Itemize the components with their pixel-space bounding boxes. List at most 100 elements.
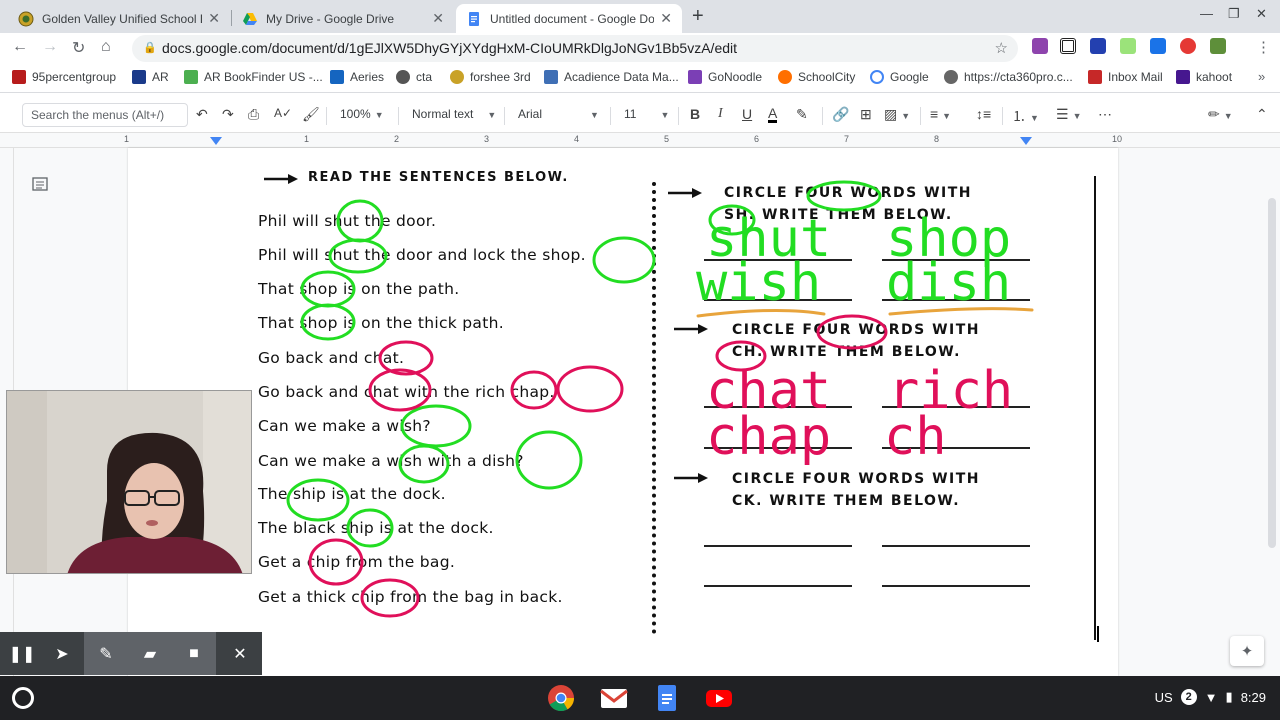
link-icon[interactable]: 🔗: [832, 106, 849, 123]
bookmark-item[interactable]: AR: [132, 70, 169, 84]
home-icon[interactable]: ⌂: [101, 38, 111, 56]
pause-button[interactable]: ❚❚: [0, 632, 44, 675]
presenter-video: [7, 391, 251, 573]
menu-search-input[interactable]: Search the menus (Alt+/): [22, 103, 188, 127]
left-indent-marker-icon[interactable]: [210, 137, 222, 147]
more-menu-icon[interactable]: ⋮: [1256, 38, 1271, 56]
ruler-number: 1: [124, 134, 130, 144]
line-spacing-icon[interactable]: ↕≡: [976, 106, 991, 122]
font-size-select[interactable]: 11 ▼: [624, 107, 669, 121]
add-comment-icon[interactable]: ⊞: [860, 106, 872, 123]
toolbar-divider: [610, 107, 611, 125]
input-locale: US: [1154, 689, 1173, 705]
tab-title: Untitled document - Google Doc: [490, 11, 655, 26]
pointer-tool-button[interactable]: ➤: [40, 632, 84, 675]
close-recording-button[interactable]: ✕: [218, 632, 262, 675]
notification-badge: 2: [1180, 689, 1197, 705]
bookmark-item[interactable]: SchoolCity: [778, 70, 855, 84]
extension-c-icon[interactable]: [1090, 38, 1106, 54]
close-icon[interactable]: ✕: [660, 10, 672, 27]
pen-tool-button[interactable]: ✎: [84, 632, 128, 675]
bookmark-item[interactable]: kahoot: [1176, 70, 1232, 84]
bookmark-item[interactable]: AR BookFinder US -...: [184, 70, 323, 84]
google-docs-icon[interactable]: [653, 684, 681, 712]
editing-mode-icon[interactable]: ✏ ▼: [1208, 106, 1233, 123]
tab-untitled-document[interactable]: Untitled document - Google Doc ✕: [456, 4, 682, 33]
record-extension-icon[interactable]: [1180, 38, 1196, 54]
tab-golden-valley[interactable]: Golden Valley Unified School Dis ✕: [8, 4, 230, 33]
font-select[interactable]: Arial ▼: [518, 107, 599, 121]
close-icon[interactable]: ✕: [208, 10, 220, 27]
status-tray[interactable]: US 2 ▼ ▮ 8:29: [1155, 689, 1266, 705]
navigation-bar: ← → ↻ ⌂ 🔒 docs.google.com/document/d/1gE…: [0, 33, 1280, 63]
more-tools-icon[interactable]: ⋯: [1098, 106, 1112, 123]
bookmark-star-icon[interactable]: ☆: [995, 35, 1008, 62]
extension-icon[interactable]: [1210, 38, 1226, 54]
bookmark-item[interactable]: cta: [396, 70, 432, 84]
close-window-icon[interactable]: ✕: [1256, 6, 1267, 22]
back-arrow-icon[interactable]: ←: [12, 38, 28, 56]
text-cursor: [1097, 626, 1099, 642]
insert-image-icon[interactable]: ▨ ▼: [884, 106, 910, 123]
close-icon[interactable]: ✕: [432, 10, 444, 27]
bulleted-list-icon[interactable]: ☰ ▼: [1056, 106, 1081, 123]
forward-arrow-icon[interactable]: →: [42, 38, 58, 56]
screencast-extension-icon[interactable]: [1150, 38, 1166, 54]
highlight-icon[interactable]: ✎: [796, 106, 808, 123]
spellcheck-icon[interactable]: A✓: [274, 106, 292, 120]
document-outline-icon[interactable]: [32, 176, 48, 192]
bookmark-item[interactable]: 95percentgroup: [12, 70, 116, 84]
explore-button[interactable]: ✦: [1230, 636, 1264, 666]
toolbar-divider: [504, 107, 505, 125]
bookmark-item[interactable]: Acadience Data Ma...: [544, 70, 679, 84]
tab-strip: Golden Valley Unified School Dis ✕ My Dr…: [0, 0, 1280, 33]
style-select[interactable]: Normal text ▼: [412, 107, 496, 121]
answer-ch: ch: [884, 407, 947, 467]
restore-icon[interactable]: ❐: [1228, 6, 1240, 22]
camera-toggle-button[interactable]: ■: [172, 632, 216, 675]
tab-my-drive[interactable]: My Drive - Google Drive ✕: [232, 4, 454, 33]
undo-icon[interactable]: ↶: [196, 106, 208, 123]
right-indent-marker-icon[interactable]: [1020, 137, 1032, 147]
chrome-icon[interactable]: [547, 684, 575, 712]
battery-icon: ▮: [1225, 689, 1233, 704]
reload-icon[interactable]: ↻: [72, 38, 85, 58]
print-icon[interactable]: ⎙: [248, 106, 259, 123]
url-text: docs.google.com/document/d/1gEJlXW5DhyGY…: [162, 40, 738, 56]
youtube-icon[interactable]: [705, 684, 733, 712]
bookmark-item[interactable]: Inbox Mail: [1088, 70, 1163, 84]
collapse-menus-icon[interactable]: ⌃: [1256, 106, 1268, 123]
bookmark-item[interactable]: https://cta360pro.c...: [944, 70, 1073, 84]
ruler-number: 4: [574, 134, 580, 144]
bookmark-item[interactable]: Google: [870, 70, 929, 84]
extension-icon[interactable]: [1120, 38, 1136, 54]
zoom-select[interactable]: 100% ▼: [340, 107, 384, 121]
bookmark-item[interactable]: Aeries: [330, 70, 384, 84]
ruler-number: 2: [394, 134, 400, 144]
eraser-tool-button[interactable]: ▰: [128, 632, 172, 675]
numbered-list-icon[interactable]: ⒈ ▼: [1012, 106, 1039, 126]
launcher-icon[interactable]: [12, 687, 34, 709]
tab-title: Golden Valley Unified School Dis: [42, 11, 203, 26]
underline-button[interactable]: U: [742, 106, 752, 122]
qr-code-icon[interactable]: [1060, 38, 1076, 54]
bookmark-item[interactable]: GoNoodle: [688, 70, 762, 84]
ink-annotations: shut shop wish dish chat rich chap ch: [286, 180, 1034, 618]
webcam-preview[interactable]: [6, 390, 252, 574]
paint-format-icon[interactable]: 🖌: [302, 106, 320, 123]
bold-button[interactable]: B: [690, 106, 700, 122]
address-bar[interactable]: 🔒 docs.google.com/document/d/1gEJlXW5Dhy…: [132, 35, 1018, 62]
italic-button[interactable]: I: [718, 106, 723, 122]
text-color-button[interactable]: A: [768, 106, 778, 123]
ruler-number: 6: [754, 134, 760, 144]
vertical-scrollbar[interactable]: [1268, 198, 1276, 548]
extension-icon[interactable]: [1032, 38, 1048, 54]
new-tab-icon[interactable]: +: [692, 5, 704, 28]
gmail-icon[interactable]: [600, 684, 628, 712]
minimize-icon[interactable]: —: [1200, 6, 1213, 21]
bookmarks-overflow-icon[interactable]: »: [1258, 69, 1265, 84]
align-icon[interactable]: ≡ ▼: [930, 106, 951, 122]
bookmark-item[interactable]: forshee 3rd: [450, 70, 531, 84]
ruler-number: 10: [1112, 134, 1123, 144]
redo-icon[interactable]: ↷: [222, 106, 234, 123]
